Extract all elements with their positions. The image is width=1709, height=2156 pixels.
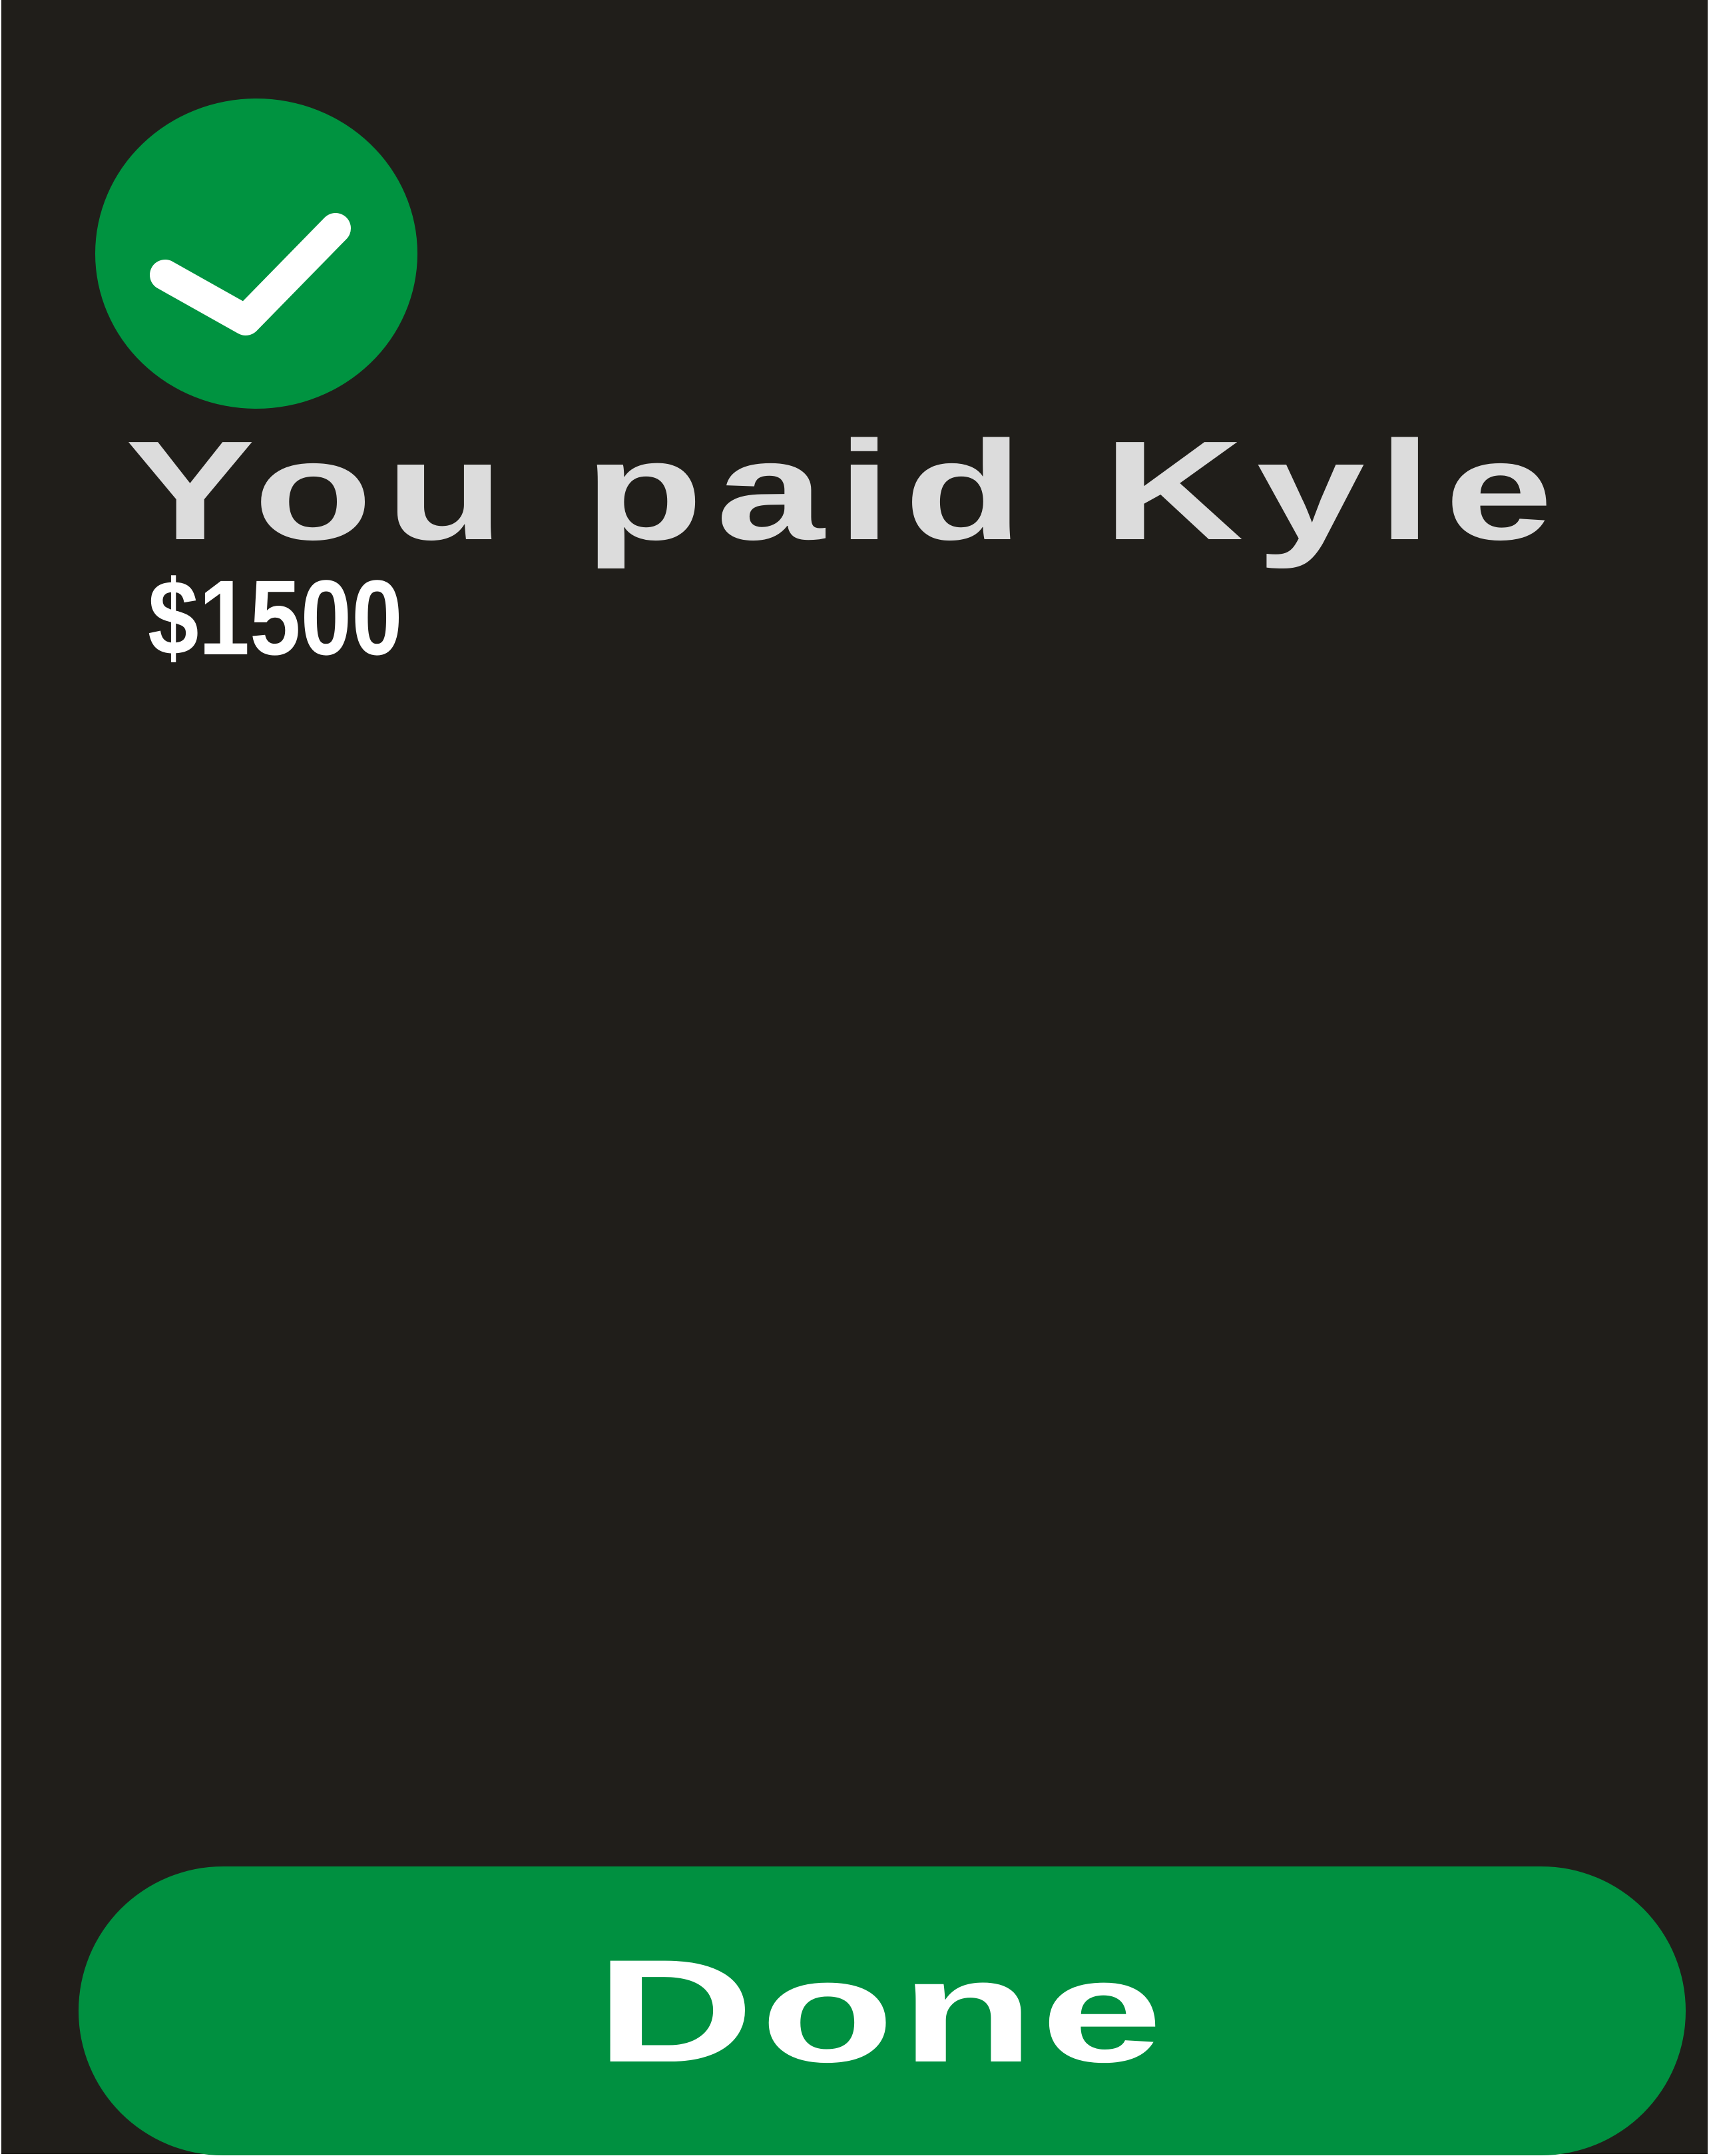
- success-badge: [95, 99, 417, 409]
- payment-confirmation-screen: You paid Kyle $1500 Done: [1, 0, 1708, 2155]
- checkmark-icon: [150, 213, 351, 335]
- payment-title: You paid Kyle: [125, 411, 1566, 569]
- payment-amount: $1500: [148, 558, 403, 677]
- done-button[interactable]: Done: [79, 1866, 1686, 2155]
- done-button-label: Done: [595, 1928, 1169, 2093]
